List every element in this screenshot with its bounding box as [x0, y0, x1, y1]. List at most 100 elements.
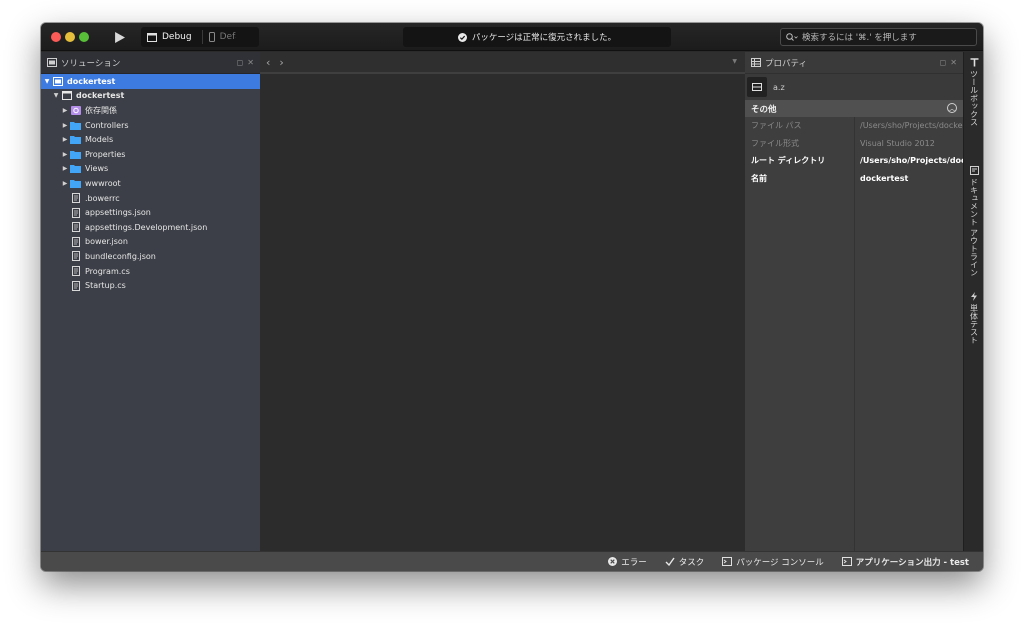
- tree-folder-item[interactable]: ▶ Properties: [41, 147, 260, 162]
- document-outline-tab[interactable]: ドキュメント アウトライン: [964, 166, 983, 277]
- tree-item-label: Startup.cs: [85, 281, 126, 291]
- toolbox-icon: [970, 58, 978, 67]
- folder-icon: [70, 120, 81, 130]
- zoom-window-button[interactable]: [79, 32, 89, 42]
- application-output-label: アプリケーション出力 - test: [855, 557, 969, 568]
- tree-item-label: bower.json: [85, 237, 128, 247]
- list-icon: [752, 83, 762, 91]
- property-value[interactable]: dockertest: [854, 174, 963, 183]
- package-console-label: パッケージ コンソール: [736, 557, 824, 568]
- collapse-arrow-icon[interactable]: ▶: [60, 180, 70, 187]
- file-icon: [70, 207, 81, 218]
- tree-file-item[interactable]: appsettings.Development.json: [41, 220, 260, 235]
- search-icon: [786, 32, 798, 41]
- configuration-icon: [147, 32, 157, 42]
- tree-folder-item[interactable]: ▶ Models: [41, 132, 260, 147]
- tasks-pad-button[interactable]: タスク: [665, 556, 705, 568]
- editor-area[interactable]: ‹ › ▼: [260, 52, 745, 551]
- collapse-icon[interactable]: ︿: [947, 103, 957, 113]
- tree-item-label: bundleconfig.json: [85, 251, 156, 261]
- properties-pad-header: プロパティ ◻ ✕: [745, 52, 963, 74]
- toolbox-tab[interactable]: ツールボックス: [964, 58, 983, 126]
- ide-window: Debug Defa パッケージは正常に復元されました。 検索するには '⌘.'…: [41, 23, 983, 571]
- tree-item[interactable]: ▼ dockertest: [41, 74, 260, 89]
- tree-item[interactable]: ▼ dockertest: [41, 89, 260, 104]
- checkmark-icon: [665, 557, 675, 566]
- close-window-button[interactable]: [51, 32, 61, 42]
- expand-arrow-icon[interactable]: ▼: [51, 92, 61, 99]
- file-icon: [70, 222, 81, 233]
- right-dock: ツールボックス ドキュメント アウトライン 単体テスト: [963, 52, 983, 551]
- property-value[interactable]: /Users/sho/Projects/dockertest: [854, 156, 963, 165]
- expand-arrow-icon[interactable]: ▼: [42, 78, 52, 85]
- file-icon: [70, 193, 81, 204]
- tree-item-label: Controllers: [85, 120, 129, 130]
- sort-alphabetical-button[interactable]: a.z: [773, 83, 785, 92]
- collapse-arrow-icon[interactable]: ▶: [60, 122, 70, 129]
- tree-file-item[interactable]: Startup.cs: [41, 278, 260, 293]
- tree-folder-item[interactable]: ▶ Controllers: [41, 118, 260, 133]
- play-icon: [114, 31, 125, 43]
- back-icon[interactable]: ‹: [266, 56, 270, 69]
- toolbar-separator: [201, 30, 203, 44]
- tree-item-label: dockertest: [76, 91, 125, 101]
- device-icon: [208, 32, 215, 42]
- properties-pad-icon: [751, 58, 761, 67]
- tree-file-item[interactable]: appsettings.json: [41, 205, 260, 220]
- tree-item-label: appsettings.json: [85, 208, 151, 218]
- run-button[interactable]: [105, 27, 133, 47]
- application-output-button[interactable]: アプリケーション出力 - test: [841, 556, 969, 568]
- property-category[interactable]: その他 ︿: [745, 100, 963, 117]
- file-icon: [70, 280, 81, 291]
- configuration-selector[interactable]: Debug Defa: [141, 27, 259, 47]
- collapse-arrow-icon[interactable]: ▶: [60, 107, 70, 114]
- solution-pad-header: ソリューション ◻ ✕: [41, 52, 260, 74]
- property-name: ファイル形式: [751, 138, 799, 148]
- tree-file-item[interactable]: Program.cs: [41, 264, 260, 279]
- status-area: パッケージは正常に復元されました。: [403, 27, 671, 47]
- errors-pad-button[interactable]: エラー: [608, 556, 647, 568]
- dependencies-icon: [70, 105, 81, 115]
- errors-label: エラー: [621, 557, 647, 568]
- tree-item-label: .bowerrc: [85, 193, 120, 203]
- toolbox-tab-label: ツールボックス: [969, 70, 979, 126]
- file-icon: [70, 236, 81, 247]
- dock-pad-icon[interactable]: ◻: [940, 58, 947, 67]
- close-pad-icon[interactable]: ✕: [247, 58, 254, 67]
- package-console-button[interactable]: パッケージ コンソール: [722, 556, 824, 568]
- collapse-arrow-icon[interactable]: ▶: [60, 165, 70, 172]
- property-column-divider[interactable]: [854, 117, 855, 565]
- tree-folder-item[interactable]: ▶ wwwroot: [41, 176, 260, 191]
- tasks-label: タスク: [678, 557, 705, 568]
- error-icon: [608, 557, 618, 566]
- tree-file-item[interactable]: .bowerrc: [41, 191, 260, 206]
- tree-item[interactable]: ▶ 依存関係: [41, 103, 260, 118]
- tree-item-label: Properties: [85, 149, 126, 159]
- status-message: パッケージは正常に復元されました。: [471, 33, 617, 43]
- minimize-window-button[interactable]: [65, 32, 75, 42]
- configuration-label: Debug: [162, 32, 192, 42]
- tree-file-item[interactable]: bower.json: [41, 235, 260, 250]
- file-icon: [70, 251, 81, 262]
- solution-tree: ▼ dockertest ▼ dockertest ▶ 依存関係 ▶ Controllers ▶…: [41, 74, 260, 293]
- unit-test-tab[interactable]: 単体テスト: [964, 292, 983, 344]
- search-placeholder: 検索するには '⌘.' を押します: [802, 33, 917, 43]
- search-input[interactable]: 検索するには '⌘.' を押します: [780, 28, 977, 46]
- chevron-down-icon[interactable]: ▼: [732, 58, 737, 65]
- categorize-button[interactable]: [747, 77, 767, 97]
- close-pad-icon[interactable]: ✕: [950, 58, 957, 67]
- tree-folder-item[interactable]: ▶ Views: [41, 162, 260, 177]
- properties-toolbar: a.z: [745, 74, 963, 100]
- document-outline-tab-label: ドキュメント アウトライン: [969, 178, 979, 277]
- dock-pad-icon[interactable]: ◻: [237, 58, 244, 67]
- tree-item-label: appsettings.Development.json: [85, 222, 208, 232]
- collapse-arrow-icon[interactable]: ▶: [60, 136, 70, 143]
- forward-icon[interactable]: ›: [279, 56, 283, 69]
- property-value: /Users/sho/Projects/dockertest: [860, 121, 963, 131]
- tree-item-label: dockertest: [67, 76, 116, 86]
- properties-pad: プロパティ ◻ ✕ a.z その他 ︿ ファイル パス/Users/sho/Pr…: [745, 52, 963, 565]
- tree-file-item[interactable]: bundleconfig.json: [41, 249, 260, 264]
- property-category-label: その他: [751, 104, 777, 115]
- collapse-arrow-icon[interactable]: ▶: [60, 151, 70, 158]
- file-icon: [70, 266, 81, 277]
